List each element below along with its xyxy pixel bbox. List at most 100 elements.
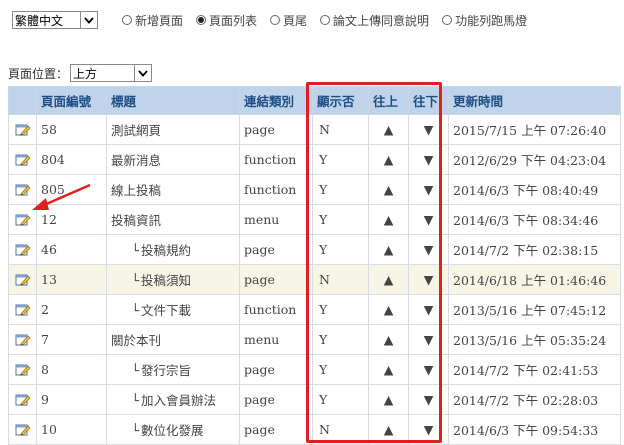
child-indent-prefix: └ [131, 303, 139, 318]
cell-page-id: 13 [36, 264, 107, 295]
edit-icon[interactable] [15, 422, 31, 437]
radio-dot-selected[interactable] [196, 15, 207, 25]
page-position-value: 上方 [73, 66, 98, 81]
move-down-button[interactable]: ▼ [408, 234, 449, 265]
table-row: 2 └ 文件下載 function Y ▲ ▼ 2013/5/16 上午 07:45:12 [8, 294, 621, 325]
edit-cell[interactable] [8, 294, 37, 325]
move-down-button[interactable]: ▼ [408, 294, 449, 325]
radio-dot[interactable] [442, 15, 453, 25]
edit-icon[interactable] [15, 302, 31, 317]
cell-visible[interactable]: Y [312, 324, 369, 355]
header-updated-time[interactable]: 更新時間 [448, 86, 621, 115]
cell-updated-time: 2014/6/3 下午 08:40:49 [448, 174, 621, 205]
radio-footer[interactable]: 頁尾 [270, 12, 307, 29]
radio-dot[interactable] [270, 15, 281, 25]
child-indent-prefix: └ [131, 363, 139, 378]
move-up-button[interactable]: ▲ [368, 174, 409, 205]
cell-visible[interactable]: Y [312, 174, 369, 205]
move-up-button[interactable]: ▲ [368, 114, 409, 145]
move-up-button[interactable]: ▲ [368, 384, 409, 415]
radio-dot[interactable] [320, 15, 331, 25]
edit-cell[interactable] [8, 204, 37, 235]
radio-upload-consent[interactable]: 論文上傳同意說明 [320, 12, 429, 29]
cell-visible[interactable]: Y [312, 294, 369, 325]
move-down-button[interactable]: ▼ [408, 384, 449, 415]
edit-icon[interactable] [15, 122, 31, 137]
header-move-up[interactable]: 往上 [368, 86, 409, 115]
move-up-button[interactable]: ▲ [368, 264, 409, 295]
header-visible[interactable]: 顯示否 [312, 86, 369, 115]
table-row: 13 └ 投稿須知 page N ▲ ▼ 2014/6/18 上午 01:46:46 [8, 264, 621, 295]
radio-label: 論文上傳同意說明 [333, 13, 430, 28]
edit-cell[interactable] [8, 414, 37, 445]
move-down-button[interactable]: ▼ [408, 114, 449, 145]
edit-icon[interactable] [15, 332, 31, 347]
chevron-down-icon [80, 12, 97, 28]
child-indent-prefix: └ [131, 423, 139, 438]
cell-title-text: 數位化發展 [141, 423, 204, 438]
move-up-button[interactable]: ▲ [368, 354, 409, 385]
move-up-button[interactable]: ▲ [368, 144, 409, 175]
header-link-type[interactable]: 連結類別 [239, 86, 313, 115]
move-down-button[interactable]: ▼ [408, 174, 449, 205]
cell-visible[interactable]: Y [312, 384, 369, 415]
edit-icon[interactable] [15, 362, 31, 377]
edit-icon[interactable] [15, 392, 31, 407]
cell-updated-time: 2013/5/16 上午 07:45:12 [448, 294, 621, 325]
cell-updated-time: 2012/6/29 下午 04:23:04 [448, 144, 621, 175]
edit-icon[interactable] [15, 212, 31, 227]
edit-icon[interactable] [15, 152, 31, 167]
edit-cell[interactable] [8, 174, 37, 205]
radio-page-list[interactable]: 頁面列表 [196, 12, 257, 29]
edit-cell[interactable] [8, 354, 37, 385]
page-position-select[interactable]: 上方 [70, 64, 153, 82]
cell-page-id: 46 [36, 234, 107, 265]
move-down-button[interactable]: ▼ [408, 324, 449, 355]
move-down-button[interactable]: ▼ [408, 414, 449, 445]
edit-icon[interactable] [15, 182, 31, 197]
edit-cell[interactable] [8, 114, 37, 145]
radio-marquee[interactable]: 功能列跑馬燈 [442, 12, 527, 29]
move-up-button[interactable]: ▲ [368, 324, 409, 355]
radio-dot[interactable] [122, 15, 132, 25]
cell-updated-time: 2015/7/15 上午 07:26:40 [448, 114, 621, 145]
cell-updated-time: 2014/6/3 下午 09:54:33 [448, 414, 621, 445]
cell-visible[interactable]: N [312, 414, 369, 445]
cell-visible[interactable]: Y [312, 204, 369, 235]
cell-visible[interactable]: Y [312, 144, 369, 175]
header-title[interactable]: 標題 [106, 86, 240, 115]
radio-new-page[interactable]: 新增頁面 [122, 12, 183, 29]
move-up-button[interactable]: ▲ [368, 204, 409, 235]
cell-visible[interactable]: Y [312, 234, 369, 265]
top-bar: 繁體中文 [12, 10, 98, 30]
move-down-button[interactable]: ▼ [408, 144, 449, 175]
cell-visible[interactable]: N [312, 114, 369, 145]
header-move-down[interactable]: 往下 [408, 86, 449, 115]
edit-cell[interactable] [8, 264, 37, 295]
edit-cell[interactable] [8, 384, 37, 415]
cell-updated-time: 2014/7/2 下午 02:38:15 [448, 234, 621, 265]
cell-updated-time: 2014/6/18 上午 01:46:46 [448, 264, 621, 295]
cell-visible[interactable]: Y [312, 354, 369, 385]
cell-updated-time: 2013/5/16 上午 05:35:24 [448, 324, 621, 355]
edit-cell[interactable] [8, 144, 37, 175]
edit-icon[interactable] [15, 242, 31, 257]
move-up-button[interactable]: ▲ [368, 414, 409, 445]
move-down-button[interactable]: ▼ [408, 204, 449, 235]
edit-cell[interactable] [8, 324, 37, 355]
move-down-button[interactable]: ▼ [408, 264, 449, 295]
edit-icon[interactable] [15, 272, 31, 287]
page-position-row: 頁面位置： 上方 [8, 64, 153, 82]
header-page-id[interactable]: 頁面編號 [36, 86, 107, 115]
cell-link-type: page [239, 384, 313, 415]
cell-visible[interactable]: N [312, 264, 369, 295]
move-down-button[interactable]: ▼ [408, 354, 449, 385]
cell-title: └ 文件下載 [106, 294, 240, 325]
move-up-button[interactable]: ▲ [368, 234, 409, 265]
language-select[interactable]: 繁體中文 [12, 11, 98, 29]
cell-page-id: 7 [36, 324, 107, 355]
radio-label: 頁尾 [283, 13, 308, 28]
radio-label: 功能列跑馬燈 [455, 13, 528, 28]
move-up-button[interactable]: ▲ [368, 294, 409, 325]
edit-cell[interactable] [8, 234, 37, 265]
